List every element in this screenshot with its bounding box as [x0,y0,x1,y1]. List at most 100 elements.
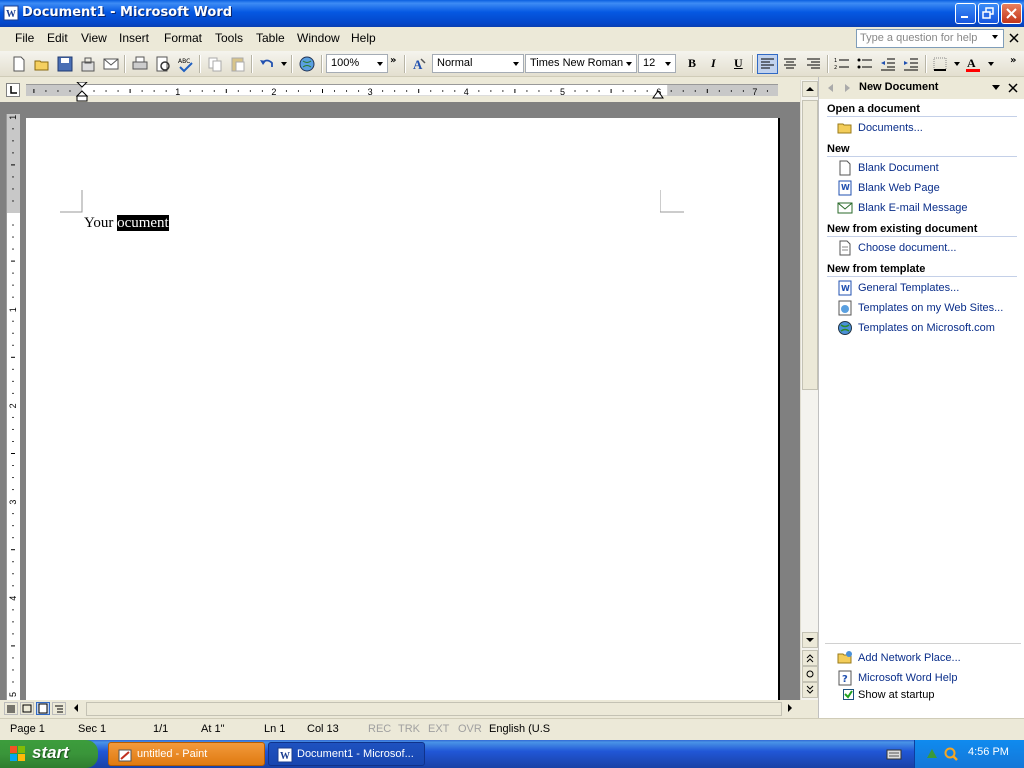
spelling-icon[interactable]: ABC [177,55,195,73]
scroll-left-button[interactable] [70,702,84,715]
add-network-place-link[interactable]: Add Network Place... [858,652,961,664]
align-center-icon[interactable] [781,55,799,73]
font-color-dropdown-arrow[interactable] [988,62,994,66]
documents-link[interactable]: Documents... [858,122,923,134]
italic-button[interactable]: I [711,56,716,71]
templates-web-sites-link[interactable]: Templates on my Web Sites... [858,302,1003,314]
permission-icon[interactable] [79,55,97,73]
menu-tools[interactable]: Tools [215,31,243,45]
general-templates-link[interactable]: General Templates... [858,282,959,294]
vertical-scroll-thumb[interactable] [802,100,818,390]
taskbar-item-word[interactable]: W Document1 - Microsof... [268,742,425,766]
paste-icon[interactable] [229,55,247,73]
scroll-up-button[interactable] [802,81,818,97]
menu-file[interactable]: File [15,31,34,45]
search-icon[interactable] [943,746,959,762]
taskbar-item-paint[interactable]: untitled - Paint [108,742,265,766]
close-document-icon[interactable] [1009,33,1019,43]
blank-web-page-link[interactable]: Blank Web Page [858,182,940,194]
first-line-indent-marker[interactable] [76,82,88,102]
restore-button[interactable] [978,3,999,24]
start-button[interactable]: start [0,740,98,768]
border-dropdown-arrow[interactable] [954,62,960,66]
document-page[interactable]: Your ocument [26,118,780,700]
tab-selector-button[interactable] [6,83,20,97]
task-pane-menu-arrow[interactable] [992,85,1000,90]
toolbar-options-chevron-icon[interactable]: » [390,55,396,66]
toolbar-options-chevron-icon[interactable]: » [1010,55,1016,66]
email-icon[interactable] [102,55,120,73]
normal-view-button[interactable] [4,702,18,715]
decrease-indent-icon[interactable] [879,55,897,73]
title-bar[interactable]: W Document1 - Microsoft Word [0,0,1024,27]
forward-arrow-icon[interactable] [841,82,853,94]
print-layout-view-button[interactable] [36,702,50,715]
bullets-icon[interactable] [856,55,874,73]
menu-table[interactable]: Table [256,31,285,45]
horizontal-scroll-thumb[interactable] [86,702,782,716]
zoom-select[interactable]: 100% [326,54,388,73]
align-right-icon[interactable] [804,55,822,73]
status-ext[interactable]: EXT [428,723,449,735]
next-page-button[interactable] [802,682,818,698]
web-layout-view-button[interactable] [20,702,34,715]
task-pane-title: New Document [859,81,939,93]
vertical-scrollbar[interactable] [800,80,818,700]
border-icon[interactable] [931,55,949,73]
copy-icon[interactable] [206,55,224,73]
hyperlink-globe-icon[interactable] [298,55,316,73]
print-icon[interactable] [131,55,149,73]
templates-microsoft-link[interactable]: Templates on Microsoft.com [858,322,995,334]
menu-view[interactable]: View [81,31,107,45]
styles-formatting-icon[interactable]: A [410,55,428,73]
document-text[interactable]: Your ocument [84,215,169,232]
numbering-icon[interactable]: 12 [833,55,851,73]
font-size-select[interactable]: 12 [638,54,676,73]
task-pane-close-icon[interactable] [1008,83,1018,93]
status-trk[interactable]: TRK [398,723,420,735]
keyboard-icon[interactable] [886,746,902,762]
document-text-selected[interactable]: ocument [117,215,169,231]
underline-button[interactable]: U [734,56,743,71]
minimize-button[interactable] [955,3,976,24]
blank-email-link[interactable]: Blank E-mail Message [858,202,967,214]
status-rec[interactable]: REC [368,723,391,735]
horizontal-ruler[interactable]: 1234567 [26,82,778,102]
new-document-icon[interactable] [10,55,28,73]
vertical-ruler[interactable]: 1 1 2 3 4 5 [6,114,20,700]
menu-window[interactable]: Window [297,31,340,45]
undo-dropdown-arrow[interactable] [281,62,287,66]
right-indent-marker[interactable] [652,89,664,99]
double-arrow-down-icon [806,685,814,694]
network-icon[interactable] [925,746,941,762]
choose-document-link[interactable]: Choose document... [858,242,956,254]
bold-button[interactable]: B [688,56,696,71]
help-search-input[interactable]: Type a question for help [856,29,1004,48]
select-browse-object-button[interactable] [802,666,818,682]
word-help-link[interactable]: Microsoft Word Help [858,672,957,684]
close-button[interactable] [1001,3,1022,24]
increase-indent-icon[interactable] [902,55,920,73]
save-icon[interactable] [56,55,74,73]
menu-format[interactable]: Format [164,31,202,45]
show-at-startup-checkbox[interactable] [843,689,854,700]
arrow-left-icon [74,704,78,712]
scroll-right-button[interactable] [784,702,798,715]
style-select[interactable]: Normal [432,54,524,73]
undo-icon[interactable] [258,55,276,73]
menu-help[interactable]: Help [351,31,376,45]
scroll-down-button[interactable] [802,632,818,648]
menu-insert[interactable]: Insert [119,31,149,45]
align-left-button[interactable] [757,54,778,74]
previous-page-button[interactable] [802,650,818,666]
font-select[interactable]: Times New Roman [525,54,637,73]
font-color-icon[interactable]: A [964,55,982,73]
status-ovr[interactable]: OVR [458,723,482,735]
back-arrow-icon[interactable] [825,82,837,94]
menu-edit[interactable]: Edit [47,31,68,45]
outline-view-button[interactable] [52,702,66,715]
open-icon[interactable] [33,55,51,73]
print-preview-icon[interactable] [154,55,172,73]
blank-document-link[interactable]: Blank Document [858,162,939,174]
help-dropdown-arrow[interactable] [992,35,998,39]
